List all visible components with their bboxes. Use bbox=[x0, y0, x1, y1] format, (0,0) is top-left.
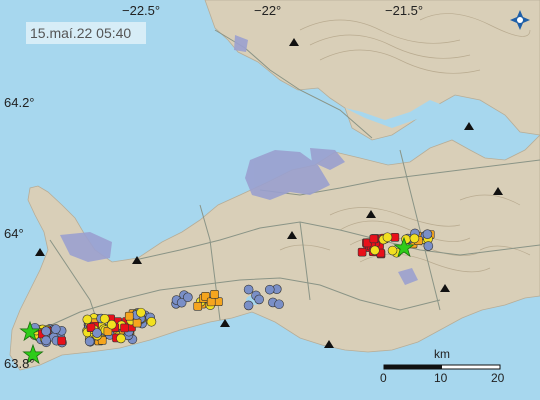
earthquake-marker bbox=[136, 307, 146, 318]
earthquake-marker bbox=[357, 247, 367, 257]
map-canvas: −22.5° −22° −21.5° 64.2° 64° 63.8° 15.ma… bbox=[0, 0, 540, 400]
lat-label-2: 64° bbox=[4, 226, 24, 241]
scale-tick-20: 20 bbox=[491, 371, 505, 385]
earthquake-marker bbox=[387, 245, 398, 256]
earthquake-marker bbox=[243, 284, 254, 295]
lon-label-1: −22.5° bbox=[122, 3, 160, 18]
earthquake-marker bbox=[423, 241, 434, 251]
earthquake-marker bbox=[254, 294, 264, 305]
earthquake-marker bbox=[274, 299, 284, 310]
earthquake-marker bbox=[41, 326, 51, 337]
scale-unit: km bbox=[434, 347, 450, 361]
earthquake-marker bbox=[409, 233, 420, 244]
earthquake-marker bbox=[92, 328, 102, 338]
earthquake-marker bbox=[264, 284, 275, 295]
earthquake-marker bbox=[206, 297, 216, 307]
earthquake-marker bbox=[382, 232, 393, 243]
earthquake-marker bbox=[214, 297, 223, 307]
lon-label-3: −21.5° bbox=[385, 3, 423, 18]
earthquake-marker bbox=[422, 229, 433, 239]
scale-tick-10: 10 bbox=[434, 371, 448, 385]
earthquake-marker bbox=[193, 301, 203, 311]
earthquake-marker bbox=[146, 316, 157, 327]
earthquake-marker bbox=[50, 324, 61, 334]
timestamp: 15.maí.22 05:40 bbox=[30, 25, 131, 41]
lon-label-2: −22° bbox=[254, 3, 281, 18]
earthquake-marker bbox=[106, 319, 117, 330]
earthquake-marker bbox=[84, 336, 95, 347]
earthquake-marker bbox=[243, 300, 254, 311]
earthquake-marker bbox=[82, 314, 93, 325]
lat-label-3: 63.8° bbox=[4, 356, 35, 371]
earthquake-marker bbox=[116, 333, 126, 344]
earthquake-marker bbox=[369, 234, 379, 244]
seismicity-map: −22.5° −22° −21.5° 64.2° 64° 63.8° 15.ma… bbox=[0, 0, 540, 400]
earthquake-marker bbox=[210, 290, 219, 299]
earthquake-marker bbox=[132, 318, 142, 328]
earthquake-marker bbox=[124, 311, 134, 321]
earthquake-marker bbox=[57, 336, 66, 346]
lat-label-1: 64.2° bbox=[4, 95, 35, 110]
scale-tick-0: 0 bbox=[380, 371, 387, 385]
earthquake-marker bbox=[183, 292, 193, 303]
earthquake-marker bbox=[370, 245, 380, 256]
earthquake-marker bbox=[120, 323, 129, 333]
earthquake-marker bbox=[41, 335, 51, 346]
